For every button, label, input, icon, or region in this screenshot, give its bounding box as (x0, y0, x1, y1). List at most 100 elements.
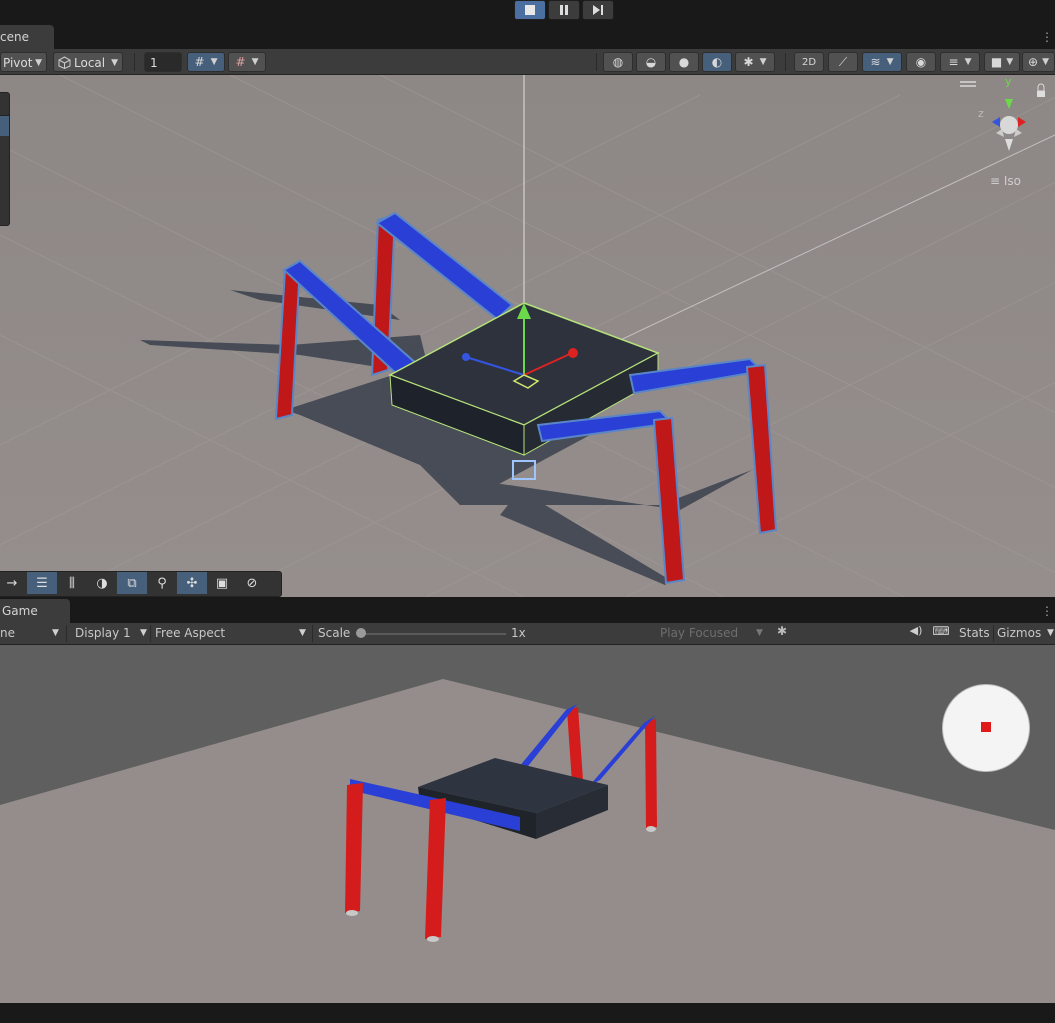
2d-icon: 2D (801, 56, 817, 68)
divider (66, 625, 67, 642)
game-more-menu[interactable]: ⋮ (1041, 599, 1053, 623)
cube-icon (58, 56, 71, 69)
axis-gizmo-icon (960, 81, 1045, 151)
magnifier-icon: ⚲ (157, 575, 167, 591)
step-button[interactable] (582, 0, 614, 20)
stats-button[interactable]: Stats (959, 623, 990, 643)
aspect-label: Free Aspect (155, 626, 226, 640)
step-icon (593, 5, 603, 15)
globe-wire-icon: ◍ (612, 55, 624, 69)
audio-toggle-button[interactable]: ≋ ▼ (862, 52, 902, 72)
layers-icon: ≋ (870, 55, 881, 69)
game-render[interactable] (0, 645, 1055, 1003)
camera-icon: ■ (990, 55, 1003, 69)
game-tab-strip: Game ⋮ (0, 599, 1055, 623)
light-off-icon: ⟋ (838, 54, 848, 69)
mute-audio-button[interactable]: ◀) (905, 624, 927, 643)
divider (993, 625, 994, 642)
game-bug-button[interactable]: ✱ (771, 624, 793, 643)
wireframe-button[interactable]: ◍ (603, 52, 633, 72)
move-icon: → (6, 575, 18, 591)
tab-game[interactable]: Game (0, 599, 70, 623)
increment-snap-button[interactable]: # ▼ (228, 52, 266, 72)
tab-game-label: Game (2, 604, 38, 618)
overlay-move-button[interactable]: → (0, 572, 27, 594)
snap-grid-icon: # (235, 55, 246, 69)
shaded-wire-button[interactable]: ◒ (636, 52, 666, 72)
moon-icon: ◐ (711, 55, 723, 69)
shaded-button[interactable]: ● (669, 52, 699, 72)
y-axis-label: y (1005, 75, 1012, 88)
scale-slider-track[interactable] (358, 633, 506, 635)
effects-button[interactable]: ≡ ▼ (940, 52, 980, 72)
camera-settings-button[interactable]: ■ ▼ (984, 52, 1020, 72)
tool-overlay-panel[interactable] (0, 92, 10, 226)
overlay-bars-button[interactable]: ⫼ (57, 572, 87, 594)
chevron-down-icon: ▼ (886, 57, 894, 67)
bars-icon: ⫼ (69, 575, 75, 591)
grid-snapping-button[interactable]: # ▼ (187, 52, 225, 72)
local-label: Local (74, 56, 106, 70)
tab-scene[interactable]: cene (0, 25, 54, 49)
game-floor (0, 679, 1055, 1003)
chevron-down-icon: ▼ (756, 628, 763, 638)
play-mode-dropdown[interactable]: Play Focused ▼ (660, 623, 768, 643)
shortcuts-button[interactable]: ⌨ (930, 624, 952, 643)
debug-draw-mode-button[interactable]: ✱ ▼ (735, 52, 775, 72)
scene-more-menu[interactable]: ⋮ (1041, 25, 1053, 49)
gizmos-button[interactable]: ⊕ ▼ (1022, 52, 1055, 72)
chevron-down-icon: ▼ (759, 57, 767, 67)
bug-icon: ✱ (776, 624, 788, 638)
divider (134, 53, 135, 71)
pivot-dropdown[interactable]: Pivot ▼ (0, 52, 47, 72)
overlay-sliders-button[interactable]: ☰ (27, 572, 57, 594)
unlit-button[interactable]: ◐ (702, 52, 732, 72)
speaker-icon: ◀) (909, 624, 923, 637)
display-dropdown[interactable]: Display 1 ▼ (75, 623, 149, 643)
gizmo-globe-icon: ⊕ (1028, 55, 1039, 69)
scene-tab-strip: cene ⋮ (0, 25, 1055, 49)
pause-button[interactable] (548, 0, 580, 20)
tab-scene-label: cene (0, 30, 29, 44)
z-axis-label: z (978, 107, 984, 120)
chevron-down-icon: ▼ (35, 58, 42, 68)
joystick-knob[interactable] (981, 722, 991, 732)
scale-slider-thumb[interactable] (356, 628, 366, 638)
2d-toggle-button[interactable]: 2D (794, 52, 824, 72)
chevron-down-icon: ▼ (1047, 628, 1054, 638)
sliders-icon: ☰ (36, 575, 48, 591)
grid-size-field[interactable]: 1 (144, 52, 182, 72)
chevron-down-icon: ▼ (210, 57, 218, 67)
overlay-search-button[interactable]: ⚲ (147, 572, 177, 594)
layers-icon: ⧉ (127, 575, 137, 591)
scene-render[interactable] (0, 75, 1055, 597)
pivot-label: Pivot (3, 56, 33, 70)
orientation-gizmo[interactable]: y z ≡ Iso (960, 75, 1055, 189)
game-view[interactable] (0, 645, 1055, 1003)
overlay-layers-button[interactable]: ⧉ (117, 572, 147, 594)
divider (150, 625, 151, 642)
game-view-dropdown[interactable]: ne ▼ (0, 623, 62, 643)
globe-shaded-icon: ◒ (645, 55, 657, 69)
scale-value: 1x (511, 626, 526, 640)
overlay-transform-button[interactable]: ✣ (177, 572, 207, 594)
play-mode-label: Play Focused (660, 626, 739, 640)
iso-toggle[interactable]: ≡ Iso (990, 174, 1021, 188)
local-dropdown[interactable]: Local ▼ (53, 52, 123, 72)
bug-icon: ✱ (743, 55, 754, 69)
virtual-joystick[interactable] (942, 684, 1030, 772)
lighting-toggle-button[interactable]: ⟋ (828, 52, 858, 72)
overlay-compass-button[interactable]: ⊘ (237, 572, 267, 594)
pause-icon (560, 5, 568, 15)
grid-size-value: 1 (150, 56, 158, 70)
gizmos-toggle[interactable]: Gizmos (997, 623, 1041, 643)
overlay-camera-button[interactable]: ▣ (207, 572, 237, 594)
visibility-button[interactable]: ◉ (906, 52, 936, 72)
circle-icon: ◑ (96, 575, 108, 591)
play-stop-button[interactable] (514, 0, 546, 20)
overlay-circle-button[interactable]: ◑ (87, 572, 117, 594)
aspect-dropdown[interactable]: Free Aspect ▼ (155, 623, 310, 643)
display-label: Display 1 (75, 626, 131, 640)
chevron-down-icon: ▼ (1042, 57, 1049, 67)
scene-view[interactable]: y z ≡ Iso → ☰ ⫼ ◑ ⧉ ⚲ ✣ ▣ ⊘ (0, 75, 1055, 597)
